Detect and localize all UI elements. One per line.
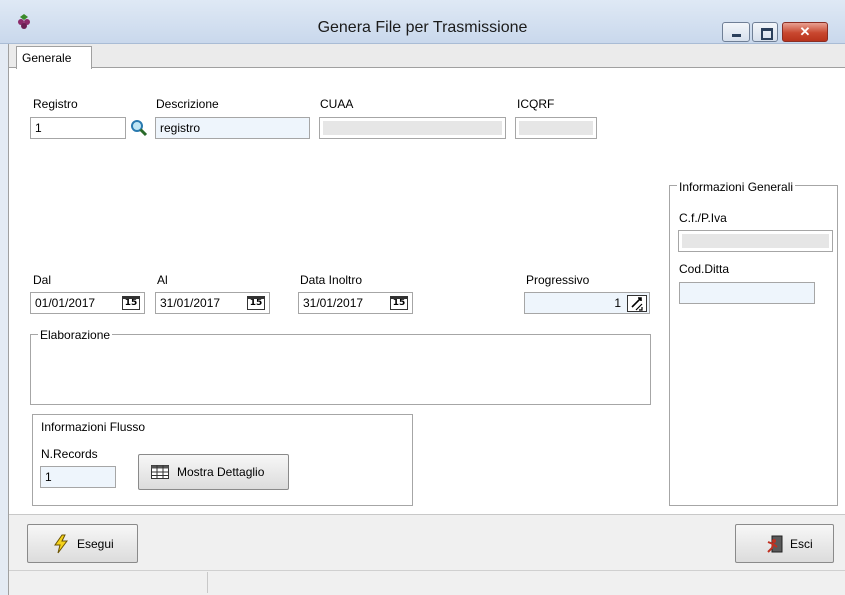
informazioni-generali-title: Informazioni Generali: [677, 180, 796, 194]
status-bar: [9, 570, 845, 595]
spin-arrows-icon[interactable]: [627, 295, 647, 312]
cuaa-label: CUAA: [320, 97, 354, 111]
registro-input[interactable]: 1: [30, 117, 126, 139]
cod-ditta-field[interactable]: [679, 282, 815, 304]
mostra-dettaglio-button[interactable]: Mostra Dettaglio: [138, 454, 289, 490]
esci-button[interactable]: Esci: [735, 524, 834, 563]
icqrf-field[interactable]: [515, 117, 597, 139]
tab-generale[interactable]: Generale: [16, 46, 92, 69]
maximize-button[interactable]: [752, 22, 778, 42]
progressivo-value: 1: [614, 296, 621, 310]
data-inoltro-date-value: 31/01/2017: [303, 296, 364, 310]
mostra-dettaglio-label: Mostra Dettaglio: [177, 465, 265, 479]
progressivo-label: Progressivo: [526, 273, 590, 287]
cf-piva-field[interactable]: [678, 230, 833, 252]
calendar-icon[interactable]: 15: [247, 296, 265, 310]
cuaa-field[interactable]: [319, 117, 506, 139]
elaborazione-group: [30, 334, 651, 405]
dal-label: Dal: [33, 273, 52, 287]
informazioni-flusso-title: Informazioni Flusso: [41, 420, 146, 434]
dal-date-value: 01/01/2017: [35, 296, 96, 310]
data-inoltro-date-picker[interactable]: 31/01/2017 15: [298, 292, 413, 314]
magnifier-icon[interactable]: [130, 119, 148, 137]
cf-piva-label: C.f./P.Iva: [679, 211, 727, 225]
minimize-button[interactable]: [722, 22, 750, 42]
al-label: Al: [157, 273, 168, 287]
status-bar-divider: [207, 572, 208, 593]
esci-label: Esci: [790, 537, 813, 551]
exit-door-icon: [767, 535, 783, 553]
esegui-button[interactable]: Esegui: [27, 524, 138, 563]
window-frame-left: [0, 44, 8, 595]
al-date-picker[interactable]: 31/01/2017 15: [155, 292, 270, 314]
close-button[interactable]: [782, 22, 828, 42]
grid-icon: [151, 465, 169, 479]
descrizione-label: Descrizione: [156, 97, 219, 111]
dal-date-picker[interactable]: 01/01/2017 15: [30, 292, 145, 314]
esegui-label: Esegui: [77, 537, 114, 551]
elaborazione-title: Elaborazione: [38, 328, 113, 342]
descrizione-field[interactable]: registro: [155, 117, 310, 139]
n-records-label: N.Records: [41, 447, 98, 461]
window-frame-divider: [8, 44, 9, 595]
data-inoltro-label: Data Inoltro: [300, 273, 363, 287]
registro-label: Registro: [33, 97, 78, 111]
calendar-icon[interactable]: 15: [390, 296, 408, 310]
calendar-icon[interactable]: 15: [122, 296, 140, 310]
cod-ditta-label: Cod.Ditta: [679, 262, 730, 276]
tab-strip: [9, 44, 845, 68]
al-date-value: 31/01/2017: [160, 296, 221, 310]
lightning-icon: [54, 534, 68, 554]
window-title: Genera File per Trasmissione: [317, 19, 528, 36]
icqrf-label: ICQRF: [517, 97, 555, 111]
n-records-field[interactable]: 1: [40, 466, 116, 488]
